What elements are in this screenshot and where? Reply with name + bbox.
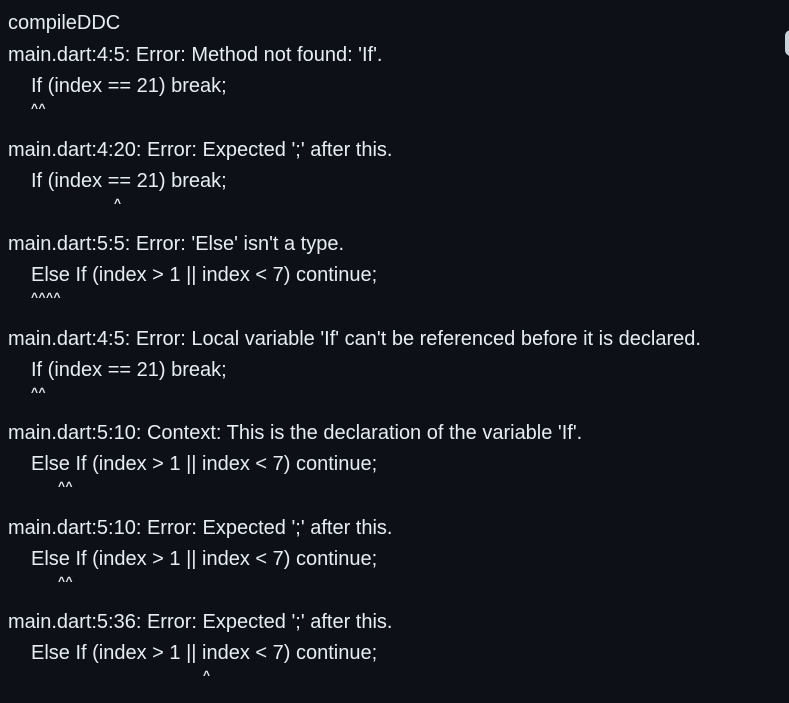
error-caret: ^^ [31, 385, 47, 399]
console-title: compileDDC [8, 12, 121, 34]
error-source-line: Else If (index > 1 || index < 7) continu… [31, 642, 378, 664]
error-source-line: Else If (index > 1 || index < 7) continu… [31, 548, 378, 570]
error-caret: ^^ [58, 574, 74, 588]
error-caret: ^ [114, 196, 122, 210]
error-source-line: If (index == 21) break; [31, 170, 227, 192]
error-source-line: Else If (index > 1 || index < 7) continu… [31, 453, 378, 475]
error-message: main.dart:5:36: Error: Expected ';' afte… [8, 611, 393, 633]
error-source-line: If (index == 21) break; [31, 359, 227, 381]
error-caret: ^^ [31, 101, 47, 115]
error-caret: ^^ [58, 479, 74, 493]
error-message: main.dart:5:10: Error: Expected ';' afte… [8, 517, 393, 539]
scrollbar-thumb[interactable] [785, 30, 789, 56]
error-message: main.dart:4:5: Error: Method not found: … [8, 44, 383, 66]
error-message: main.dart:4:5: Error: Local variable 'If… [8, 328, 701, 350]
error-source-line: Else If (index > 1 || index < 7) continu… [31, 264, 378, 286]
error-message: main.dart:5:5: Error: 'Else' isn't a typ… [8, 233, 345, 255]
console-output: compileDDC main.dart:4:5: Error: Method … [0, 0, 789, 703]
error-source-line: If (index == 21) break; [31, 75, 227, 97]
error-message: main.dart:5:10: Context: This is the dec… [8, 422, 583, 444]
error-caret: ^^^^ [31, 290, 62, 304]
error-caret: ^ [203, 668, 211, 682]
error-message: main.dart:4:20: Error: Expected ';' afte… [8, 139, 393, 161]
